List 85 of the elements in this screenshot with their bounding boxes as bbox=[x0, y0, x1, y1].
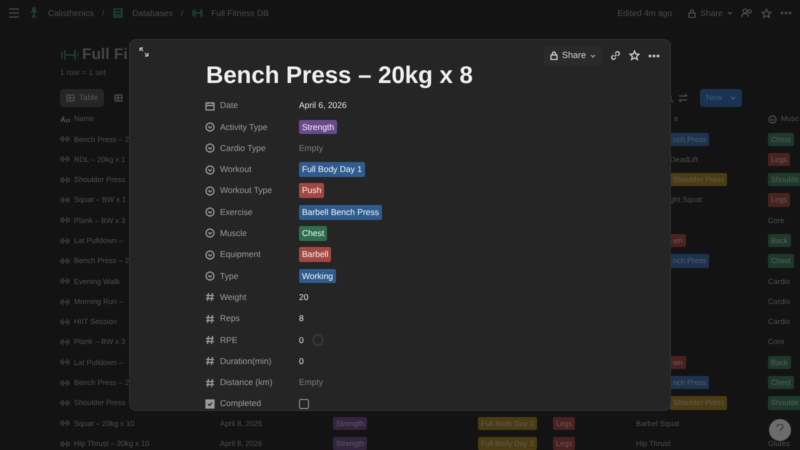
people-icon[interactable] bbox=[741, 8, 753, 18]
property-label: Completed bbox=[220, 397, 262, 410]
dumbbell-icon bbox=[191, 7, 204, 19]
property-label: Muscle bbox=[220, 227, 247, 240]
dumbbell-icon bbox=[60, 155, 70, 164]
menu-icon[interactable] bbox=[8, 8, 20, 18]
caret-icon bbox=[590, 54, 596, 58]
property-label: Duration(min) bbox=[220, 354, 272, 368]
tag[interactable]: Push bbox=[299, 183, 324, 198]
caret-icon bbox=[727, 11, 733, 15]
lock-icon bbox=[688, 8, 696, 18]
select-type-icon bbox=[205, 271, 215, 282]
star-icon[interactable] bbox=[761, 8, 772, 18]
property-value[interactable]: April 6, 2026 bbox=[299, 99, 347, 112]
dumbbell-icon bbox=[60, 196, 70, 204]
dumbbell-icon bbox=[60, 216, 70, 224]
select-type-icon bbox=[205, 186, 215, 196]
property-value[interactable]: Empty bbox=[299, 142, 324, 155]
help-icon[interactable] bbox=[774, 424, 786, 436]
sort-icon[interactable] bbox=[678, 93, 688, 103]
tag[interactable]: Working bbox=[299, 268, 336, 284]
property-label: Reps bbox=[220, 312, 240, 325]
property-label: Activity Type bbox=[220, 120, 268, 134]
property-label: Equipment bbox=[220, 248, 261, 262]
dumbbell-icon bbox=[60, 338, 70, 346]
property-value[interactable]: 0 bbox=[299, 334, 304, 346]
caret-icon bbox=[730, 96, 736, 100]
property-label: Distance (km) bbox=[220, 376, 272, 389]
number-icon bbox=[205, 356, 215, 366]
table-icon bbox=[114, 94, 124, 102]
number-icon bbox=[205, 314, 215, 324]
breadcrumb-separator: / bbox=[102, 6, 104, 20]
property-label: Date bbox=[220, 99, 238, 112]
dumbbell-icon bbox=[60, 419, 70, 428]
page-title: Bench Press – 20kg x 8 bbox=[206, 62, 474, 90]
number-icon bbox=[205, 334, 215, 345]
select-type-icon bbox=[205, 228, 215, 238]
select-type-icon bbox=[205, 164, 215, 175]
dumbbell-icon bbox=[60, 378, 70, 387]
select-type-icon bbox=[205, 122, 215, 132]
breadcrumb-separator: / bbox=[180, 6, 184, 20]
select-type-icon bbox=[768, 114, 777, 124]
property-label: Cardio Type bbox=[220, 142, 266, 155]
property-value[interactable]: Empty bbox=[299, 376, 324, 389]
property-label: Type bbox=[220, 270, 238, 282]
property-label: Workout Type bbox=[220, 184, 272, 198]
dumbbell-icon bbox=[60, 298, 70, 306]
property-value[interactable]: 0 bbox=[299, 354, 304, 368]
more-icon[interactable] bbox=[648, 54, 660, 58]
tag[interactable]: Barbell bbox=[299, 247, 332, 262]
dumbbell-icon bbox=[60, 236, 70, 245]
share-button[interactable]: Share bbox=[544, 46, 602, 66]
tag[interactable]: Chest bbox=[299, 226, 328, 241]
tag[interactable]: Full Body Day 1 bbox=[299, 162, 365, 177]
dumbbell-icon bbox=[60, 256, 70, 265]
table-icon bbox=[112, 7, 124, 19]
calendar-icon bbox=[205, 100, 215, 111]
property-value[interactable]: 20 bbox=[299, 290, 308, 304]
select-type-icon bbox=[205, 143, 215, 154]
property-value[interactable]: 8 bbox=[299, 312, 304, 325]
table-icon bbox=[66, 94, 75, 102]
property-label: Workout bbox=[220, 163, 252, 176]
property-label: Exercise bbox=[220, 206, 253, 218]
dumbbell-icon bbox=[60, 135, 70, 144]
tag[interactable]: Strength bbox=[299, 120, 338, 134]
dumbbell-icon bbox=[60, 277, 70, 286]
dumbbell-icon bbox=[60, 399, 70, 407]
link-icon[interactable] bbox=[610, 50, 621, 62]
select-type-icon bbox=[205, 207, 215, 218]
tag[interactable]: Barbell Bench Press bbox=[299, 204, 382, 220]
dumbbell-icon bbox=[60, 440, 70, 448]
dumbbell-icon bbox=[60, 48, 78, 62]
lock-icon bbox=[550, 51, 558, 60]
dumbbell-icon bbox=[60, 358, 70, 366]
figure-icon bbox=[28, 7, 40, 19]
dumbbell-icon bbox=[60, 176, 70, 184]
number-icon bbox=[205, 292, 215, 302]
select-type-icon bbox=[205, 250, 215, 260]
checkbox[interactable] bbox=[299, 398, 309, 409]
expand-icon[interactable] bbox=[139, 47, 149, 57]
property-label: Weight bbox=[220, 290, 246, 304]
property-label: RPE bbox=[220, 334, 238, 346]
number-icon bbox=[205, 378, 215, 388]
dumbbell-icon bbox=[60, 318, 70, 326]
text-type-icon bbox=[60, 116, 70, 122]
